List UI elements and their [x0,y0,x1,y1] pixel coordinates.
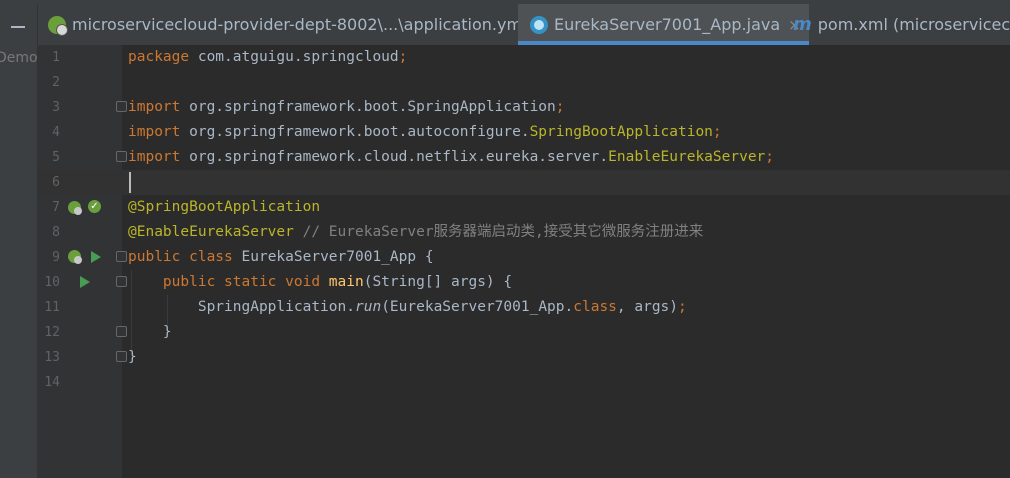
fold-marker[interactable] [116,251,127,262]
indent-guide [131,270,132,350]
tab-label: microservicecloud-provider-dept-8002\...… [72,15,527,34]
code-token: ; [555,99,565,115]
line-number: 2 [52,75,60,90]
code-token: class [573,299,617,315]
code-line[interactable]: public class EurekaServer7001_App { [128,245,434,270]
line-number: 1 [52,50,60,65]
tab-label: EurekaServer7001_App.java [554,15,781,34]
line-number: 13 [44,350,60,365]
code-line[interactable]: import org.springframework.boot.SpringAp… [128,95,565,120]
code-token: ; [678,299,687,315]
indent-guide [167,295,168,325]
code-line[interactable]: import org.springframework.cloud.netflix… [128,145,774,170]
code-token: import [128,124,190,140]
line-number: 6 [52,175,60,190]
code-token: (EurekaServer7001_App. [381,299,574,315]
code-line[interactable]: @SpringBootApplication [128,195,320,220]
line-number: 8 [52,225,60,240]
spring-bean-icon[interactable] [68,250,82,264]
fold-marker[interactable] [116,276,127,287]
project-tool-window: Demo [0,4,38,478]
project-panel-label: Demo [0,50,38,66]
code-token: com.atguigu.springcloud [197,49,399,65]
code-token: public static void [162,274,329,290]
line-number: 12 [44,325,60,340]
code-token: import [128,149,190,165]
line-number: 3 [52,100,60,115]
line-number: 9 [52,250,60,265]
spring-bean-icon[interactable] [68,201,82,215]
code-token: import [128,99,190,115]
run-class-icon[interactable] [91,251,101,263]
code-token: org.springframework.cloud.netflix.eureka… [189,149,609,165]
line-number: 14 [44,375,60,390]
code-token: main [328,274,364,290]
current-line-highlight [38,170,1010,195]
code-token: org.springframework.boot.autoconfigure. [189,124,530,140]
java-class-icon [530,15,548,34]
text-caret [129,172,131,193]
code-line[interactable]: public static void main(String[] args) { [128,270,512,295]
tab-pom-xml[interactable]: m pom.xml (microservicecloud [793,4,1010,45]
code-token: SpringApplication. [128,299,355,315]
tab-application-yml[interactable]: microservicecloud-provider-dept-8002\...… [48,4,547,45]
line-number: 4 [52,125,60,140]
tab-label: pom.xml (microservicecloud [817,15,1010,34]
line-number: 10 [44,275,60,290]
line-number: 7 [52,200,60,215]
spring-config-check-icon[interactable]: ✓ [88,200,101,213]
code-line[interactable]: } [128,345,137,370]
code-token: } [128,324,172,340]
code-token: @SpringBootApplication [128,199,321,215]
line-number: 5 [52,150,60,165]
code-token: // EurekaServer服务器端启动类,接受其它微服务注册进来 [293,224,704,240]
code-token: ; [712,124,722,140]
fold-marker[interactable] [116,326,127,337]
run-main-icon[interactable] [80,276,90,288]
fold-marker[interactable] [116,101,127,112]
line-number: 11 [44,300,60,315]
code-token: org.springframework.boot.SpringApplicati… [189,99,556,115]
maven-icon: m [793,14,812,35]
code-token: package [128,49,198,65]
fold-marker[interactable] [116,151,127,162]
code-token: public class [128,249,242,265]
code-line[interactable]: SpringApplication.run(EurekaServer7001_A… [128,295,687,320]
code-token: @EnableEurekaServer [128,224,294,240]
code-line[interactable]: @EnableEurekaServer // EurekaServer服务器端启… [128,220,703,245]
code-token: ; [398,49,408,65]
code-line[interactable]: import org.springframework.boot.autoconf… [128,120,722,145]
code-token: EnableEurekaServer [608,149,766,165]
code-token: EurekaServer7001_App { [241,249,434,265]
fold-marker[interactable] [116,351,127,362]
tab-eurekaserver-java[interactable]: EurekaServer7001_App.java × [518,4,809,45]
code-token: , args) [616,299,679,315]
code-token: SpringBootApplication [529,124,713,140]
code-token: (String[] args) { [363,274,513,290]
code-line[interactable]: } [128,320,172,345]
spring-config-icon [48,15,68,36]
code-line[interactable]: package com.atguigu.springcloud; [128,45,407,70]
hide-panel-button[interactable] [11,26,25,28]
editor-tab-bar: microservicecloud-provider-dept-8002\...… [38,4,1010,46]
code-token: } [128,349,137,365]
code-token: ; [765,149,775,165]
code-token: run [354,299,382,315]
